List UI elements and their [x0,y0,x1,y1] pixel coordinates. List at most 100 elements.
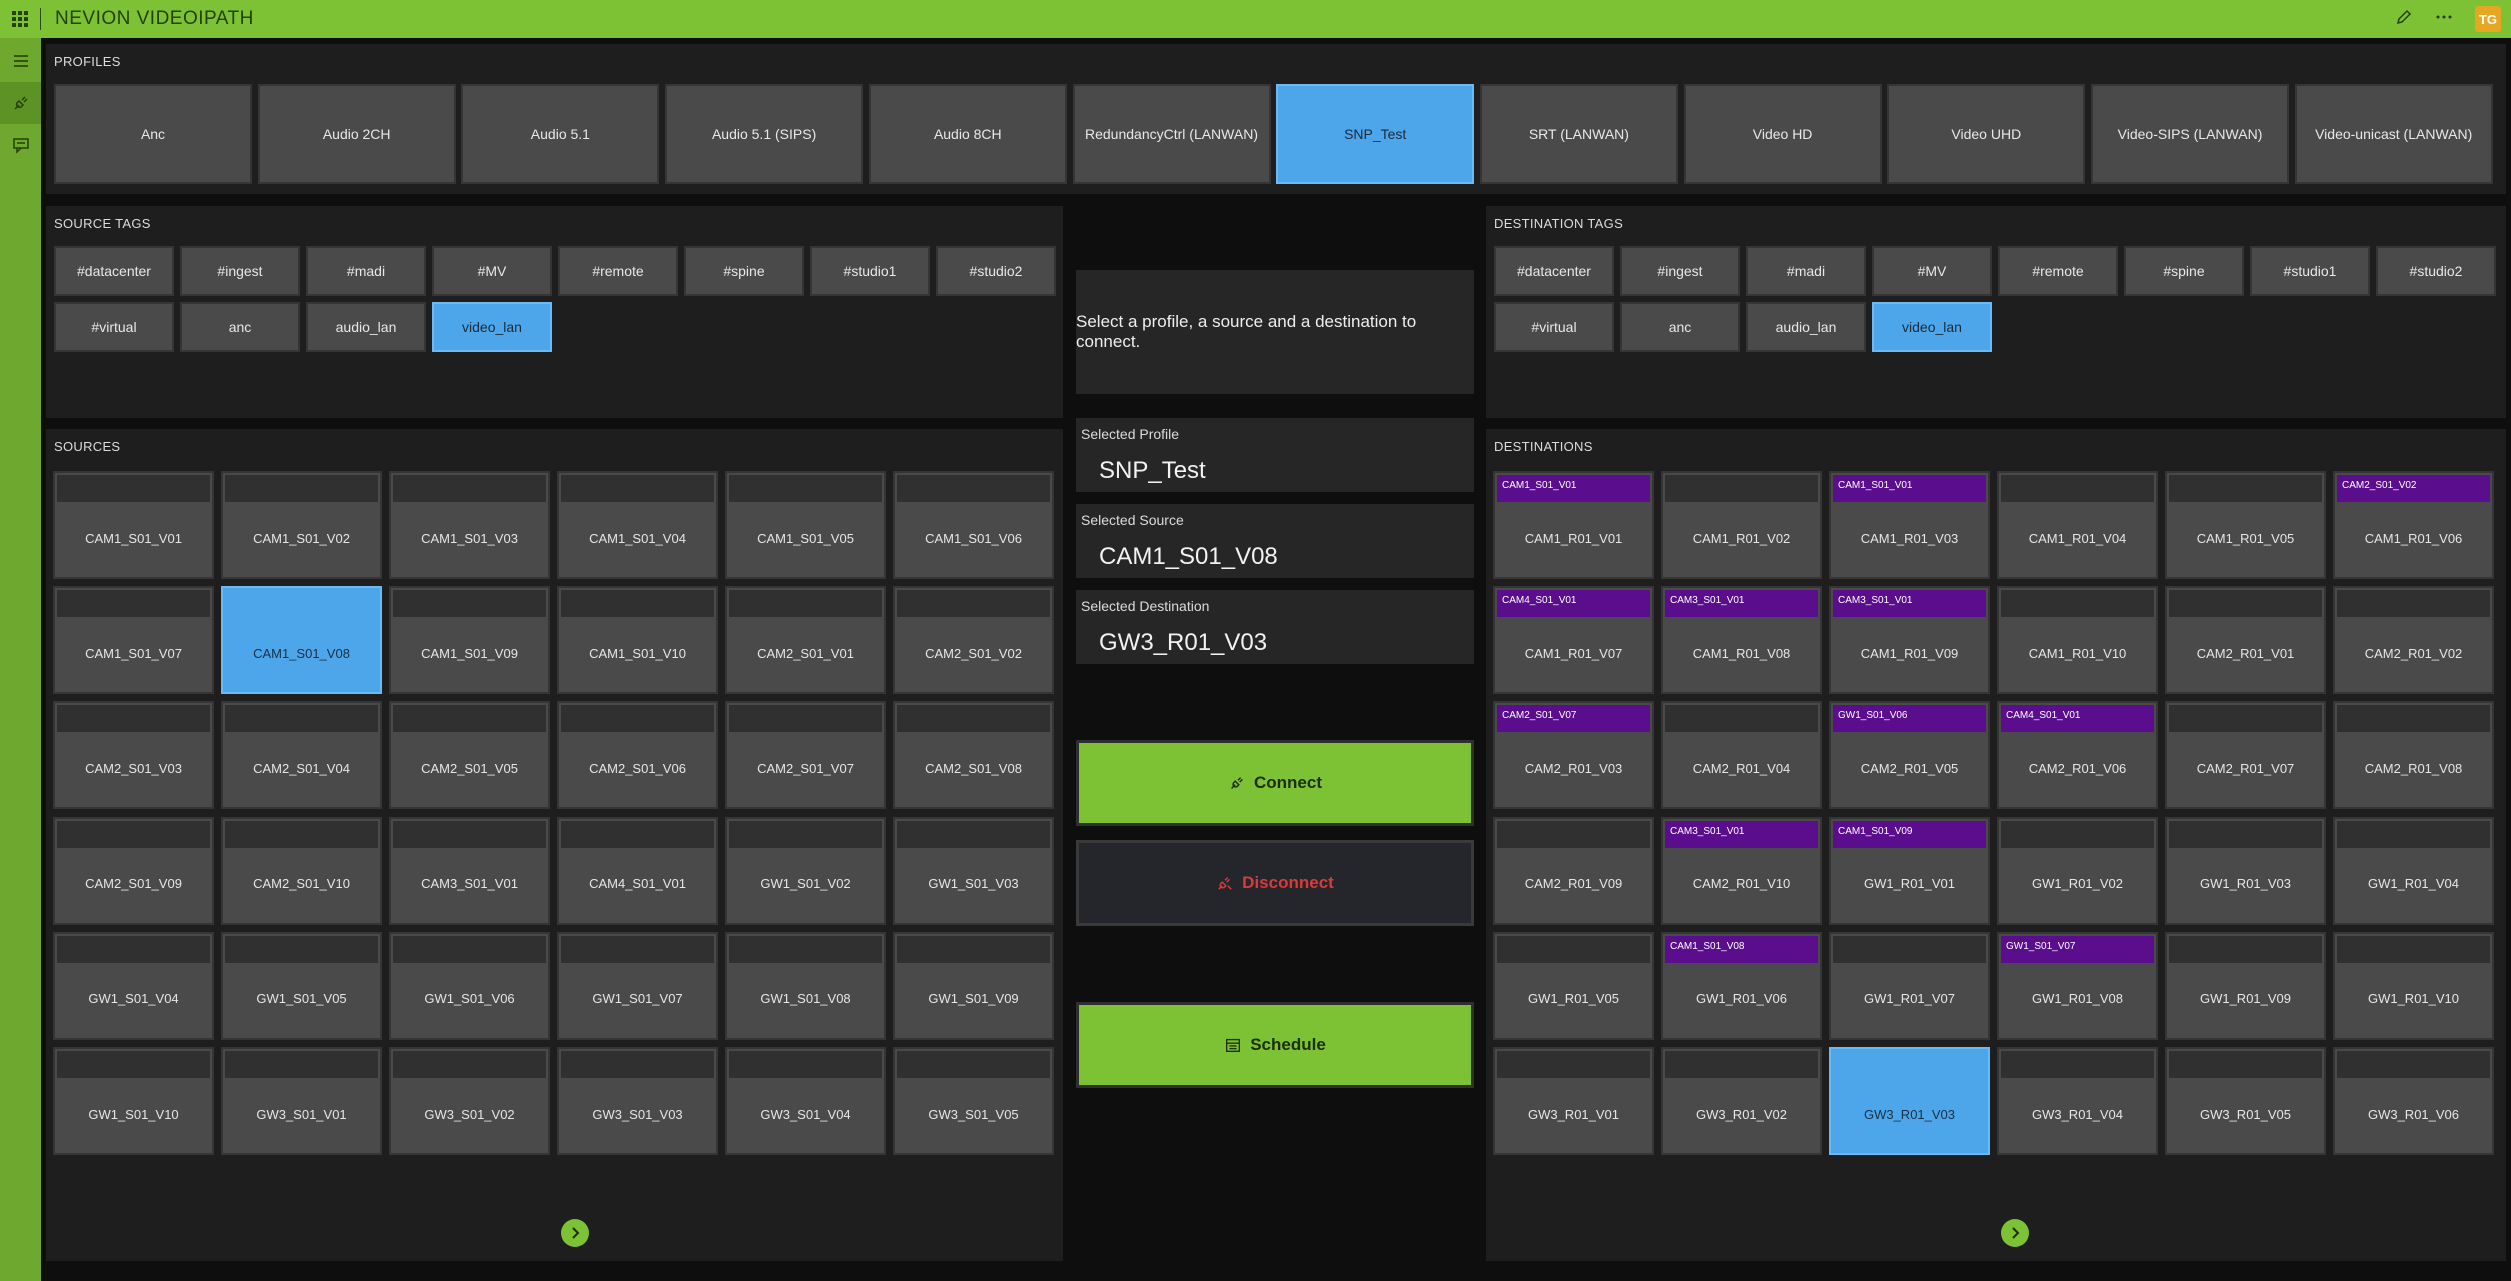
destination-tag-anc[interactable]: anc [1620,302,1740,352]
pencil-icon[interactable] [2395,8,2413,31]
destination-cam1-r01-v02[interactable]: CAM1_R01_V02 [1661,471,1822,579]
source-cam2-s01-v06[interactable]: CAM2_S01_V06 [557,701,718,810]
source-cam1-s01-v03[interactable]: CAM1_S01_V03 [389,471,550,579]
profile-audio-8ch[interactable]: Audio 8CH [868,84,1067,184]
destination-gw1-r01-v06[interactable]: CAM1_S01_V08 GW1_R01_V06 [1661,931,1822,1040]
destination-gw3-r01-v06[interactable]: GW3_R01_V06 [2333,1047,2494,1155]
destination-gw1-r01-v04[interactable]: GW1_R01_V04 [2333,816,2494,925]
destination-cam1-r01-v07[interactable]: CAM4_S01_V01 CAM1_R01_V07 [1493,586,1654,695]
destination-cam1-r01-v03[interactable]: CAM1_S01_V01 CAM1_R01_V03 [1829,471,1990,579]
avatar[interactable]: TG [2475,6,2501,32]
destination-cam2-r01-v03[interactable]: CAM2_S01_V07 CAM2_R01_V03 [1493,701,1654,810]
source-cam1-s01-v01[interactable]: CAM1_S01_V01 [53,471,214,579]
destination-cam1-r01-v06[interactable]: CAM2_S01_V02 CAM1_R01_V06 [2333,471,2494,579]
source-tag-anc[interactable]: anc [180,302,300,352]
destination-gw1-r01-v01[interactable]: CAM1_S01_V09 GW1_R01_V01 [1829,816,1990,925]
source-cam1-s01-v05[interactable]: CAM1_S01_V05 [725,471,886,579]
destination-gw3-r01-v05[interactable]: GW3_R01_V05 [2165,1047,2326,1155]
menu-icon[interactable] [0,40,41,82]
destination-gw3-r01-v01[interactable]: GW3_R01_V01 [1493,1047,1654,1155]
destination-cam2-r01-v07[interactable]: CAM2_R01_V07 [2165,701,2326,810]
destination-tag-remote[interactable]: #remote [1998,246,2118,296]
source-gw1-s01-v08[interactable]: GW1_S01_V08 [725,931,886,1040]
profile-redundancyctrl-lanwan[interactable]: RedundancyCtrl (LANWAN) [1072,84,1271,184]
profile-video-sips-lanwan[interactable]: Video-SIPS (LANWAN) [2091,84,2289,184]
source-cam2-s01-v09[interactable]: CAM2_S01_V09 [53,816,214,925]
destination-tag-madi[interactable]: #madi [1746,246,1866,296]
source-gw1-s01-v06[interactable]: GW1_S01_V06 [389,931,550,1040]
destination-cam1-r01-v05[interactable]: CAM1_R01_V05 [2165,471,2326,579]
profile-srt-lanwan[interactable]: SRT (LANWAN) [1479,84,1678,184]
source-tag-video-lan[interactable]: video_lan [432,302,552,352]
source-gw3-s01-v02[interactable]: GW3_S01_V02 [389,1047,550,1155]
destination-cam2-r01-v08[interactable]: CAM2_R01_V08 [2333,701,2494,810]
source-cam1-s01-v04[interactable]: CAM1_S01_V04 [557,471,718,579]
source-cam1-s01-v08[interactable]: CAM1_S01_V08 [221,586,382,695]
destination-cam1-r01-v09[interactable]: CAM3_S01_V01 CAM1_R01_V09 [1829,586,1990,695]
source-tag-studio1[interactable]: #studio1 [810,246,930,296]
source-gw1-s01-v05[interactable]: GW1_S01_V05 [221,931,382,1040]
source-cam2-s01-v10[interactable]: CAM2_S01_V10 [221,816,382,925]
source-gw1-s01-v03[interactable]: GW1_S01_V03 [893,816,1054,925]
destination-cam2-r01-v05[interactable]: GW1_S01_V06 CAM2_R01_V05 [1829,701,1990,810]
source-cam2-s01-v05[interactable]: CAM2_S01_V05 [389,701,550,810]
more-icon[interactable] [2435,8,2453,31]
profile-video-unicast-lanwan[interactable]: Video-unicast (LANWAN) [2294,84,2493,184]
source-cam2-s01-v01[interactable]: CAM2_S01_V01 [725,586,886,695]
source-cam2-s01-v02[interactable]: CAM2_S01_V02 [893,586,1054,695]
destination-gw3-r01-v03[interactable]: GW3_R01_V03 [1829,1047,1990,1155]
destination-gw3-r01-v04[interactable]: GW3_R01_V04 [1997,1047,2158,1155]
source-gw3-s01-v04[interactable]: GW3_S01_V04 [725,1047,886,1155]
profile-video-uhd[interactable]: Video UHD [1887,84,2086,184]
profile-audio-5-1[interactable]: Audio 5.1 [461,84,660,184]
apps-icon[interactable] [0,0,40,38]
destination-tag-ingest[interactable]: #ingest [1620,246,1740,296]
destination-cam2-r01-v02[interactable]: CAM2_R01_V02 [2333,586,2494,695]
source-tag-mv[interactable]: #MV [432,246,552,296]
destination-tag-mv[interactable]: #MV [1872,246,1992,296]
destination-tag-studio2[interactable]: #studio2 [2376,246,2496,296]
source-gw3-s01-v01[interactable]: GW3_S01_V01 [221,1047,382,1155]
destination-tag-spine[interactable]: #spine [2124,246,2244,296]
source-cam1-s01-v07[interactable]: CAM1_S01_V07 [53,586,214,695]
source-cam2-s01-v08[interactable]: CAM2_S01_V08 [893,701,1054,810]
source-cam1-s01-v09[interactable]: CAM1_S01_V09 [389,586,550,695]
source-cam1-s01-v06[interactable]: CAM1_S01_V06 [893,471,1054,579]
source-cam4-s01-v01[interactable]: CAM4_S01_V01 [557,816,718,925]
profile-snp-test[interactable]: SNP_Test [1276,84,1475,184]
plug-icon[interactable] [0,82,41,124]
source-tag-audio-lan[interactable]: audio_lan [306,302,426,352]
source-gw1-s01-v02[interactable]: GW1_S01_V02 [725,816,886,925]
destination-cam2-r01-v01[interactable]: CAM2_R01_V01 [2165,586,2326,695]
destinations-next-page-button[interactable] [2001,1219,2029,1247]
source-cam1-s01-v10[interactable]: CAM1_S01_V10 [557,586,718,695]
disconnect-button[interactable]: Disconnect [1076,840,1474,926]
source-cam2-s01-v03[interactable]: CAM2_S01_V03 [53,701,214,810]
source-cam1-s01-v02[interactable]: CAM1_S01_V02 [221,471,382,579]
destination-tag-virtual[interactable]: #virtual [1494,302,1614,352]
destination-gw3-r01-v02[interactable]: GW3_R01_V02 [1661,1047,1822,1155]
source-tag-remote[interactable]: #remote [558,246,678,296]
profile-anc[interactable]: Anc [54,84,252,184]
source-cam2-s01-v04[interactable]: CAM2_S01_V04 [221,701,382,810]
destination-cam1-r01-v08[interactable]: CAM3_S01_V01 CAM1_R01_V08 [1661,586,1822,695]
source-tag-spine[interactable]: #spine [684,246,804,296]
destination-gw1-r01-v10[interactable]: GW1_R01_V10 [2333,931,2494,1040]
destination-tag-video-lan[interactable]: video_lan [1872,302,1992,352]
profile-audio-5-1-sips[interactable]: Audio 5.1 (SIPS) [665,84,864,184]
source-gw3-s01-v03[interactable]: GW3_S01_V03 [557,1047,718,1155]
source-gw1-s01-v09[interactable]: GW1_S01_V09 [893,931,1054,1040]
destination-gw1-r01-v09[interactable]: GW1_R01_V09 [2165,931,2326,1040]
chat-icon[interactable] [0,124,41,166]
destination-cam1-r01-v10[interactable]: CAM1_R01_V10 [1997,586,2158,695]
profile-video-hd[interactable]: Video HD [1683,84,1882,184]
source-tag-ingest[interactable]: #ingest [180,246,300,296]
destination-cam2-r01-v09[interactable]: CAM2_R01_V09 [1493,816,1654,925]
source-cam2-s01-v07[interactable]: CAM2_S01_V07 [725,701,886,810]
source-cam3-s01-v01[interactable]: CAM3_S01_V01 [389,816,550,925]
destination-gw1-r01-v05[interactable]: GW1_R01_V05 [1493,931,1654,1040]
destination-gw1-r01-v08[interactable]: GW1_S01_V07 GW1_R01_V08 [1997,931,2158,1040]
source-gw1-s01-v07[interactable]: GW1_S01_V07 [557,931,718,1040]
source-tag-madi[interactable]: #madi [306,246,426,296]
destination-gw1-r01-v02[interactable]: GW1_R01_V02 [1997,816,2158,925]
